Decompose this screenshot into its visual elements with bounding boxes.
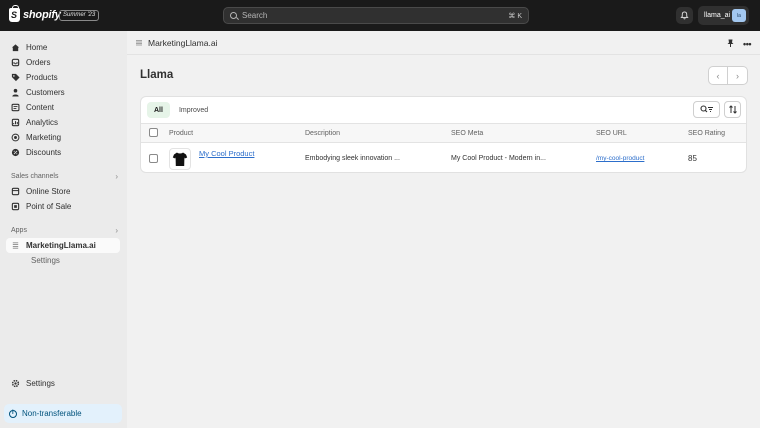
chevron-left-icon: ‹ — [716, 70, 720, 81]
notifications-button[interactable] — [676, 7, 693, 24]
sort-button[interactable] — [724, 101, 741, 118]
chevron-right-icon: › — [736, 70, 739, 81]
page-title: Llama — [140, 69, 174, 81]
pagination: ‹ › — [708, 66, 748, 85]
description-cell: Embodying sleek innovation ... — [305, 155, 400, 162]
shopify-bag-icon: S — [9, 5, 20, 22]
sales-channels-header[interactable]: Sales channels › — [11, 172, 118, 181]
sort-icon — [728, 105, 737, 114]
next-page-button[interactable]: › — [728, 66, 748, 85]
sidebar-item-content[interactable]: Content — [6, 100, 120, 115]
search-filter-button[interactable] — [693, 101, 720, 118]
column-header-description[interactable]: Description — [305, 130, 340, 137]
discount-icon — [11, 148, 20, 157]
product-name-link[interactable]: My Cool Product — [199, 149, 254, 158]
search-placeholder: Search — [242, 11, 268, 20]
sidebar-item-online-store[interactable]: Online Store — [6, 184, 120, 199]
sidebar-item-label: Home — [26, 43, 48, 52]
products-card: All Improved Product Description SEO Met… — [140, 96, 747, 173]
sidebar-item-settings[interactable]: Settings — [6, 376, 120, 391]
analytics-icon — [11, 118, 20, 127]
search-bar[interactable]: Search ⌘ K — [223, 7, 529, 24]
person-icon — [11, 88, 20, 97]
sidebar-item-label: Content — [26, 103, 55, 112]
sidebar-item-label: MarketingLlama.ai — [26, 241, 96, 250]
account-menu[interactable]: llama_ai la — [698, 6, 749, 25]
seo-meta-cell: My Cool Product - Modern in... — [451, 155, 546, 162]
sidebar-item-label: Analytics — [26, 118, 59, 127]
tshirt-icon — [172, 152, 188, 166]
edition-badge[interactable]: Summer '23 — [59, 10, 100, 21]
sidebar: Home Orders Products Customers Content A… — [0, 31, 127, 428]
search-filter-icon — [699, 105, 713, 113]
tab-all[interactable]: All — [147, 102, 170, 118]
column-header-seo-url[interactable]: SEO URL — [596, 130, 627, 137]
section-label: Sales channels — [11, 173, 59, 180]
chevron-right-icon: › — [115, 172, 118, 181]
app-title: MarketingLlama.ai — [148, 37, 218, 48]
column-header-product[interactable]: Product — [169, 130, 193, 137]
sidebar-item-label: Orders — [26, 58, 51, 67]
search-shortcut: ⌘ K — [508, 12, 522, 20]
orders-icon — [11, 58, 20, 67]
sidebar-item-label: Settings — [31, 256, 60, 265]
chevron-right-icon: › — [115, 226, 118, 235]
sidebar-item-label: Marketing — [26, 133, 62, 142]
sidebar-item-label: Customers — [26, 88, 65, 97]
sidebar-item-products[interactable]: Products — [6, 70, 120, 85]
store-icon — [11, 187, 20, 196]
tab-improved[interactable]: Improved — [172, 102, 215, 118]
brand-name: shopify — [23, 9, 61, 21]
row-checkbox[interactable] — [149, 154, 158, 163]
sidebar-item-marketing[interactable]: Marketing — [6, 130, 120, 145]
select-all-checkbox[interactable] — [149, 128, 158, 137]
table-row[interactable]: My Cool Product Embodying sleek innovati… — [141, 143, 746, 172]
sidebar-item-label: Point of Sale — [26, 202, 72, 211]
app-title-bar: MarketingLlama.ai ••• — [127, 31, 760, 55]
account-name: llama_ai — [704, 12, 731, 19]
top-bar: S shopify Summer '23 Search ⌘ K llama_ai… — [0, 0, 760, 31]
sidebar-item-label: Discounts — [26, 148, 62, 157]
search-icon — [230, 12, 237, 19]
non-transferable-label: Non-transferable — [22, 409, 82, 418]
sidebar-item-app-settings[interactable]: Settings — [6, 253, 120, 268]
sidebar-item-customers[interactable]: Customers — [6, 85, 120, 100]
sidebar-item-marketingllama[interactable]: MarketingLlama.ai — [6, 238, 120, 253]
sidebar-item-label: Products — [26, 73, 58, 82]
sidebar-item-home[interactable]: Home — [6, 40, 120, 55]
sidebar-item-point-of-sale[interactable]: Point of Sale — [6, 199, 120, 214]
section-label: Apps — [11, 227, 27, 234]
gear-icon — [11, 379, 20, 388]
bell-icon — [680, 11, 689, 20]
sidebar-item-discounts[interactable]: Discounts — [6, 145, 120, 160]
sidebar-item-label: Online Store — [26, 187, 71, 196]
apps-header[interactable]: Apps › — [11, 226, 118, 235]
home-icon — [11, 43, 20, 52]
app-icon — [11, 241, 20, 250]
filter-tabs: All Improved — [147, 102, 217, 118]
non-transferable-banner[interactable]: Non-transferable — [4, 404, 122, 423]
main-content: MarketingLlama.ai ••• Llama ‹ › All Impr… — [127, 31, 760, 428]
seo-url-link[interactable]: /my-cool-product — [596, 155, 644, 162]
pos-icon — [11, 202, 20, 211]
more-actions-icon[interactable]: ••• — [743, 39, 751, 49]
tag-icon — [11, 73, 20, 82]
column-header-seo-meta[interactable]: SEO Meta — [451, 130, 483, 137]
sidebar-item-label: Settings — [26, 379, 55, 388]
table-header: Product Description SEO Meta SEO URL SEO… — [141, 123, 746, 143]
product-thumbnail[interactable] — [169, 148, 191, 170]
seo-rating-cell: 85 — [688, 154, 697, 163]
app-icon — [136, 39, 142, 45]
shopify-logo[interactable]: S shopify — [9, 5, 61, 22]
column-header-seo-rating[interactable]: SEO Rating — [688, 130, 725, 137]
info-icon — [9, 409, 17, 418]
sidebar-item-analytics[interactable]: Analytics — [6, 115, 120, 130]
avatar: la — [732, 9, 746, 22]
content-icon — [11, 103, 20, 112]
target-icon — [11, 133, 20, 142]
pin-icon[interactable] — [727, 39, 734, 47]
sidebar-item-orders[interactable]: Orders — [6, 55, 120, 70]
previous-page-button[interactable]: ‹ — [708, 66, 728, 85]
